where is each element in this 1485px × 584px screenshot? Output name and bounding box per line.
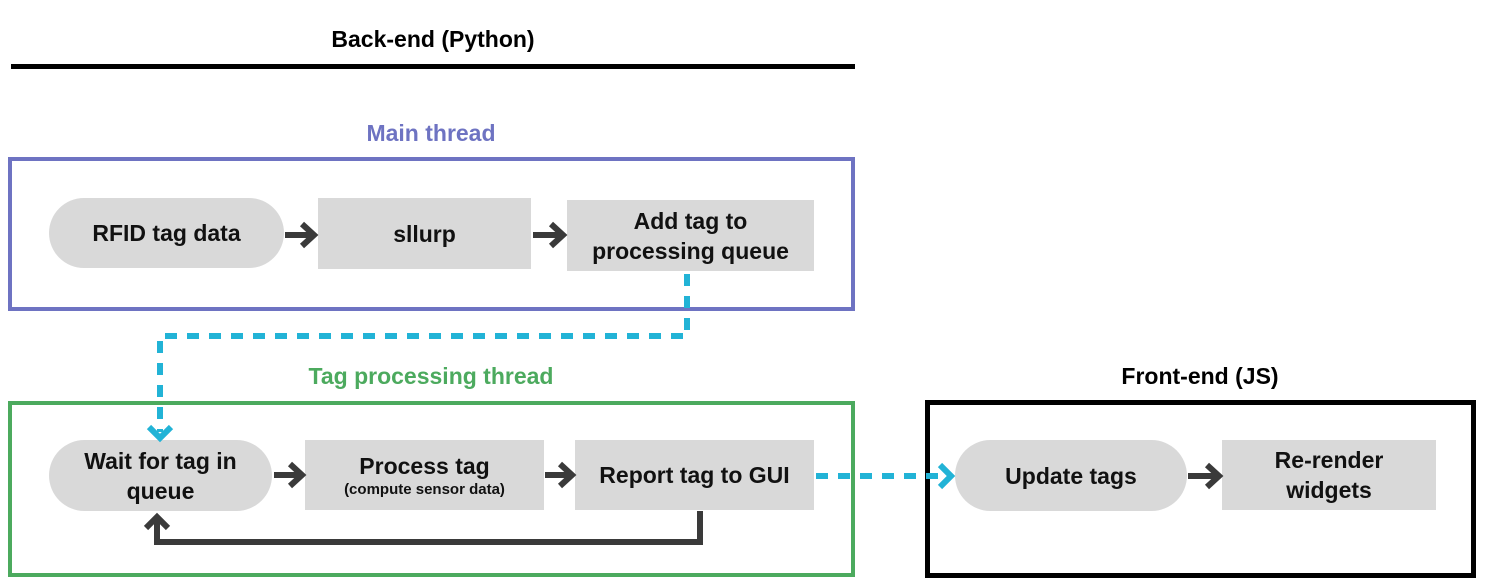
node-label: RFID tag data [92, 220, 241, 246]
backend-divider [11, 64, 855, 69]
frontend-title: Front-end (JS) [1121, 363, 1279, 389]
node-process-tag[interactable]: Process tag (compute sensor data) [305, 440, 544, 510]
node-label: Update tags [1005, 462, 1137, 489]
node-add-tag-to-queue[interactable]: Add tag to processing queue [567, 200, 814, 271]
node-re-render-widgets[interactable]: Re-render widgets [1222, 440, 1436, 510]
node-label: Report tag to GUI [599, 462, 790, 488]
node-sllurp[interactable]: sllurp [318, 198, 531, 269]
node-rfid-tag-data[interactable]: RFID tag data [49, 198, 284, 268]
main-thread-label: Main thread [366, 120, 496, 146]
node-label: Add tag to processing queue [592, 207, 789, 264]
node-wait-for-tag[interactable]: Wait for tag in queue [49, 440, 272, 511]
node-sublabel: (compute sensor data) [344, 481, 505, 498]
node-label: Re-render widgets [1274, 447, 1384, 503]
node-update-tags[interactable]: Update tags [955, 440, 1187, 511]
node-label: sllurp [393, 220, 456, 247]
tag-processing-thread-label: Tag processing thread [308, 363, 554, 389]
backend-title: Back-end (Python) [331, 26, 535, 52]
node-label: Wait for tag in queue [84, 447, 237, 504]
node-report-tag-to-gui[interactable]: Report tag to GUI [575, 440, 814, 510]
node-label: Process tag [359, 453, 490, 479]
